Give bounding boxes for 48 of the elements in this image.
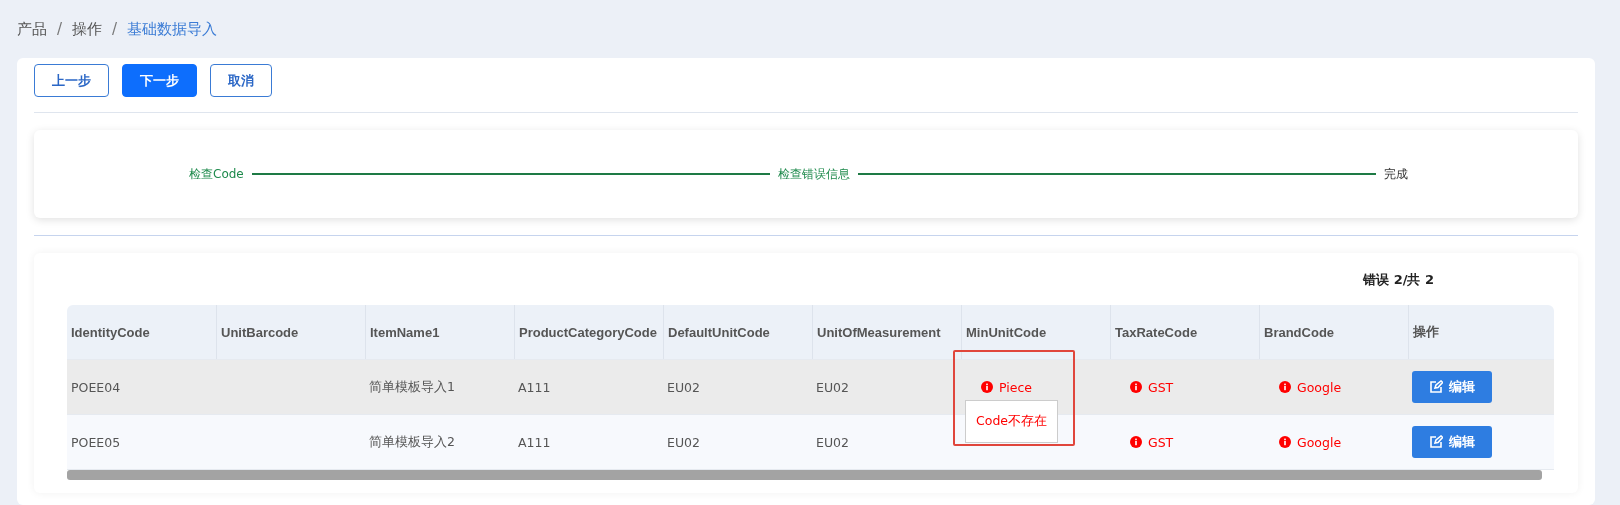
column-header: BrandCode <box>1259 305 1408 359</box>
column-header: 操作 <box>1408 305 1554 359</box>
edit-button[interactable]: 编辑 <box>1412 371 1492 403</box>
step-button[interactable]: 取消 <box>210 64 272 97</box>
table-cell: EU02 <box>667 379 700 395</box>
info-icon <box>981 381 993 393</box>
table-cell: 简单模板导入2 <box>369 433 455 451</box>
table-cell: 简单模板导入1 <box>369 378 455 396</box>
table-cell: EU02 <box>816 434 849 450</box>
step-button[interactable]: 上一步 <box>34 64 109 97</box>
breadcrumb-separator: / <box>57 20 63 38</box>
horizontal-scrollbar[interactable] <box>67 470 1542 480</box>
column-header: MinUnitCode <box>961 305 1110 359</box>
error-tooltip: Code不存在 <box>965 400 1058 443</box>
breadcrumb-item[interactable]: 产品 <box>17 19 47 39</box>
error-value: Piece <box>965 379 1032 395</box>
column-header: ItemName1 <box>365 305 514 359</box>
table-cell: A111 <box>518 379 551 395</box>
table-cell: EU02 <box>816 379 849 395</box>
table-cell: POEE04 <box>71 379 121 395</box>
column-header: DefaultUnitCode <box>663 305 812 359</box>
column-header: TaxRateCode <box>1110 305 1259 359</box>
edit-icon <box>1429 435 1443 449</box>
error-value: GST <box>1114 434 1174 450</box>
table-cell: POEE05 <box>71 434 121 450</box>
table-cell: A111 <box>518 434 551 450</box>
error-value: GST <box>1114 379 1174 395</box>
info-icon <box>1130 436 1142 448</box>
table-cell: EU02 <box>667 434 700 450</box>
info-icon <box>1279 381 1291 393</box>
column-header: IdentityCode <box>70 323 151 342</box>
column-header: UnitBarcode <box>216 305 365 359</box>
edit-button[interactable]: 编辑 <box>1412 426 1492 458</box>
breadcrumb-item[interactable]: 基础数据导入 <box>127 19 218 39</box>
error-value: Google <box>1263 379 1342 395</box>
breadcrumb-item[interactable]: 操作 <box>72 19 103 39</box>
column-header: ProductCategoryCode <box>514 305 663 359</box>
info-icon <box>1130 381 1142 393</box>
error-value: Google <box>1263 434 1342 450</box>
step-label: 完成 <box>1384 165 1408 183</box>
breadcrumb-separator: / <box>112 20 118 38</box>
column-header: UnitOfMeasurement <box>812 305 961 359</box>
step-button[interactable]: 下一步 <box>122 64 197 97</box>
error-count: 错误 2/共 2 <box>1362 271 1435 289</box>
step-label: 检查Code <box>189 165 244 183</box>
info-icon <box>1279 436 1291 448</box>
edit-icon <box>1429 380 1443 394</box>
step-label: 检查错误信息 <box>777 165 850 183</box>
